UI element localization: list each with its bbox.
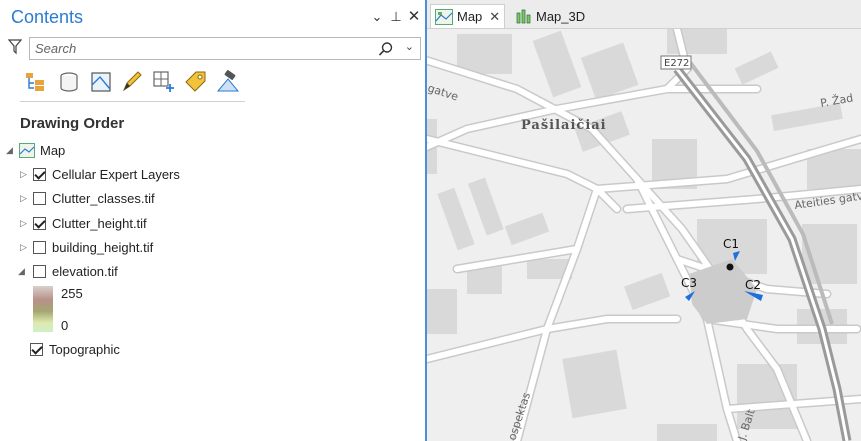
search-options-chevron-icon[interactable]: ⌄ — [405, 40, 414, 53]
layer-label: Clutter_classes.tif — [52, 190, 155, 206]
site-point — [726, 263, 734, 271]
list-by-labeling-icon[interactable] — [183, 69, 209, 95]
layer-row-building-height[interactable]: ▷ building_height.tif — [20, 236, 153, 258]
list-by-selection-icon[interactable] — [88, 69, 114, 95]
layer-label: Cellular Expert Layers — [52, 166, 180, 182]
contents-toolbar — [20, 66, 245, 102]
layer-label: elevation.tif — [52, 263, 118, 279]
search-icon[interactable] — [378, 41, 394, 57]
ramp-min-label: 0 — [61, 318, 69, 333]
view-tab-bar: Map ✕ Map_3D — [427, 0, 861, 29]
list-by-perspective-imagery-icon[interactable] — [215, 69, 241, 95]
site-label-c1: C1 — [723, 237, 739, 251]
chevron-down-icon[interactable]: ⌄ — [369, 9, 385, 25]
expand-triangle-icon[interactable]: ▷ — [20, 242, 30, 253]
topographic-basemap: C1 C2 C3 Pašilaičiai gatve P. Žad Ateiti… — [427, 29, 861, 441]
filter-icon[interactable] — [8, 39, 22, 55]
expand-triangle-icon[interactable]: ▷ — [20, 218, 30, 229]
map-icon — [19, 142, 35, 158]
expand-triangle-icon[interactable]: ▷ — [20, 193, 30, 204]
drawing-order-heading: Drawing Order — [20, 115, 125, 132]
tab-label: Map — [457, 9, 483, 24]
contents-pane: Contents ⌄ ⊥ ✕ ⌄ — [0, 0, 427, 441]
layer-visibility-checkbox[interactable] — [33, 264, 46, 278]
district-label: Pašilaičiai — [521, 118, 607, 133]
layer-row-topographic[interactable]: Topographic — [30, 338, 120, 360]
layer-row-cellular-expert-layers[interactable]: ▷ Cellular Expert Layers — [20, 163, 180, 185]
map-view: Map ✕ Map_3D C1 C2 C3 Pašilaičiai gatve … — [427, 0, 861, 441]
layer-visibility-checkbox[interactable] — [33, 191, 46, 205]
tab-map[interactable]: Map ✕ — [430, 4, 506, 28]
highway-shield-label: E272 — [664, 58, 689, 69]
layer-visibility-checkbox[interactable] — [30, 342, 43, 356]
close-pane-button[interactable]: ✕ — [406, 9, 422, 25]
layer-row-clutter-classes[interactable]: ▷ Clutter_classes.tif — [20, 187, 155, 209]
search-box: ⌄ — [29, 37, 421, 60]
site-label-c3: C3 — [681, 276, 697, 290]
layer-label: Map — [40, 142, 66, 158]
pin-icon[interactable]: ⊥ — [388, 9, 404, 25]
collapse-triangle-icon[interactable]: ◢ — [18, 266, 28, 277]
layer-label: Clutter_height.tif — [52, 215, 147, 231]
list-by-drawing-order-icon[interactable] — [22, 69, 48, 95]
app-window: Contents ⌄ ⊥ ✕ ⌄ — [0, 0, 861, 441]
layer-label: building_height.tif — [52, 239, 154, 255]
ramp-max-label: 255 — [61, 286, 83, 301]
layer-visibility-checkbox[interactable] — [33, 240, 46, 254]
expand-triangle-icon[interactable]: ▷ — [20, 169, 30, 180]
search-input[interactable] — [35, 40, 365, 57]
layer-row-clutter-height[interactable]: ▷ Clutter_height.tif — [20, 212, 147, 234]
layer-visibility-checkbox[interactable] — [33, 167, 46, 181]
layer-row-elevation[interactable]: ◢ elevation.tif — [18, 260, 118, 282]
map-canvas[interactable]: C1 C2 C3 Pašilaičiai gatve P. Žad Ateiti… — [427, 29, 861, 441]
map-icon — [435, 8, 453, 25]
list-by-snapping-icon[interactable] — [151, 69, 177, 95]
close-tab-icon[interactable]: ✕ — [489, 9, 500, 25]
contents-header: Contents ⌄ ⊥ ✕ — [0, 0, 425, 36]
layer-row-map[interactable]: ◢ Map — [6, 139, 65, 161]
elevation-color-ramp — [33, 286, 53, 332]
collapse-triangle-icon[interactable]: ◢ — [6, 145, 16, 156]
pane-title: Contents — [11, 7, 84, 27]
site-label-c2: C2 — [745, 278, 761, 292]
list-by-editing-icon[interactable] — [119, 69, 145, 95]
layer-label: Topographic — [49, 341, 120, 357]
highway-shield: E272 — [660, 55, 692, 70]
list-by-data-source-icon[interactable] — [56, 69, 82, 95]
layer-visibility-checkbox[interactable] — [33, 216, 46, 230]
tab-label: Map_3D — [536, 8, 586, 24]
tab-map-3d[interactable]: Map_3D — [515, 4, 585, 28]
scene-icon — [516, 9, 531, 24]
